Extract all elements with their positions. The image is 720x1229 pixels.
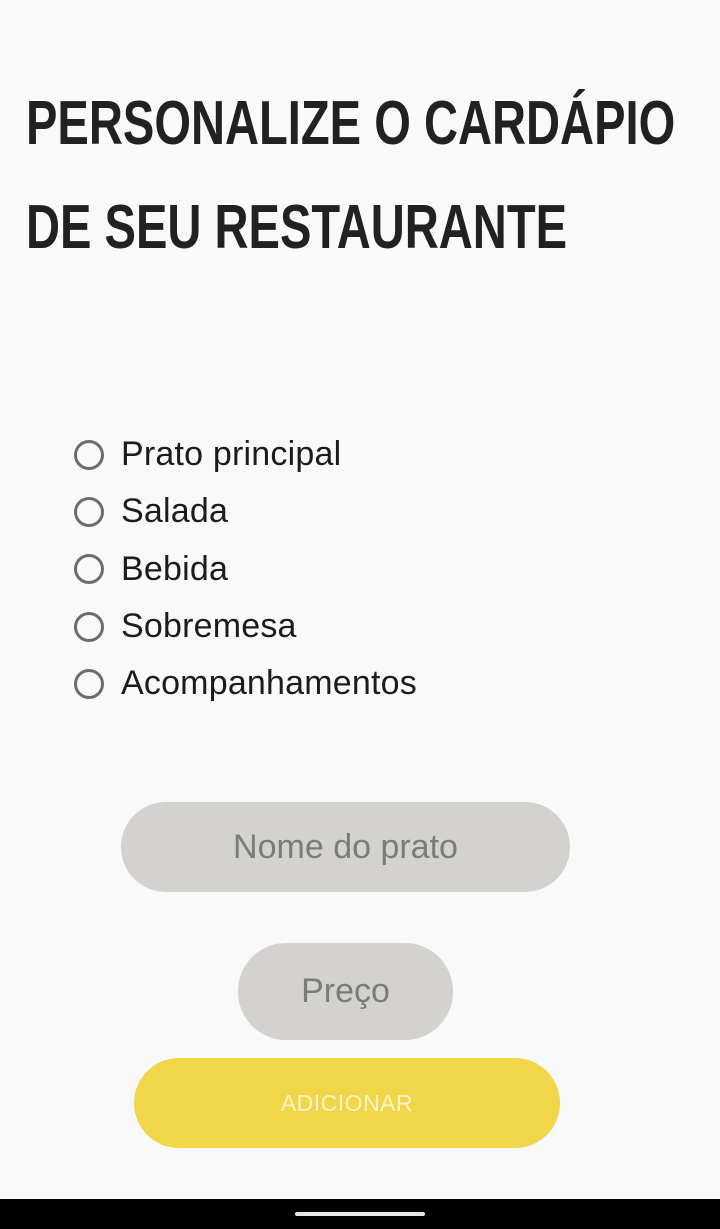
page-title-line-1: PERSONALIZE O CARDÁPIO <box>26 89 676 158</box>
dish-name-input[interactable] <box>121 802 570 892</box>
radio-label: Salada <box>121 492 229 531</box>
radio-button-icon[interactable] <box>74 668 104 699</box>
system-navigation-bar <box>0 1199 720 1229</box>
page-title-line-2: DE SEU RESTAURANTE <box>26 193 568 262</box>
radio-button-icon[interactable] <box>74 554 104 585</box>
home-handle-icon[interactable] <box>295 1212 425 1216</box>
radio-option-acompanhamentos[interactable]: Acompanhamentos <box>74 655 634 712</box>
radio-label: Acompanhamentos <box>121 664 417 703</box>
page-title: PERSONALIZE O CARDÁPIO DE SEU RESTAURANT… <box>26 72 676 280</box>
radio-option-prato-principal[interactable]: Prato principal <box>74 426 634 483</box>
radio-option-sobremesa[interactable]: Sobremesa <box>74 598 634 655</box>
radio-label: Prato principal <box>121 435 342 474</box>
radio-label: Bebida <box>121 549 229 588</box>
radio-option-bebida[interactable]: Bebida <box>74 541 634 598</box>
radio-button-icon[interactable] <box>74 611 104 642</box>
radio-label: Sobremesa <box>121 607 297 646</box>
add-button[interactable]: ADICIONAR <box>134 1058 560 1148</box>
price-input[interactable] <box>238 943 453 1040</box>
radio-button-icon[interactable] <box>74 496 104 527</box>
category-radio-group: Prato principal Salada Bebida Sobremesa … <box>74 426 634 712</box>
radio-option-salada[interactable]: Salada <box>74 483 634 540</box>
radio-button-icon[interactable] <box>74 439 104 470</box>
